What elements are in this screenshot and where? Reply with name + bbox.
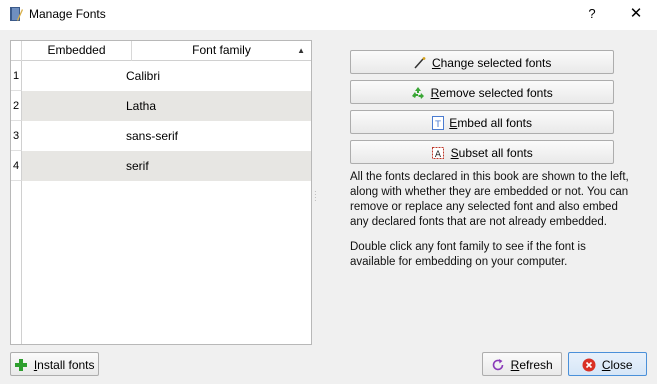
help-button[interactable]: ? xyxy=(580,2,604,26)
embed-icon: T xyxy=(431,115,444,130)
window-close-button[interactable]: ✕ xyxy=(624,2,648,26)
row-number: 1 xyxy=(11,61,22,91)
fonts-table[interactable]: Embedded Font family ▲ 1 Calibri 2 Latha… xyxy=(10,40,312,345)
close-button[interactable]: Close xyxy=(568,352,647,376)
subset-label: ubset all fonts xyxy=(458,145,533,160)
help-description: All the fonts declared in this book are … xyxy=(350,170,630,280)
embedded-cell[interactable] xyxy=(22,121,132,151)
recycle-icon xyxy=(412,86,425,99)
embed-label: mbed all fonts xyxy=(457,115,533,130)
row-number: 3 xyxy=(11,121,22,151)
close-label: lose xyxy=(610,357,633,372)
close-accel: C xyxy=(601,357,611,372)
wand-icon xyxy=(414,56,426,69)
row-header-filler xyxy=(11,181,22,344)
column-header-font-family-label: Font family xyxy=(192,43,251,57)
subset-accel: S xyxy=(450,145,459,160)
svg-text:T: T xyxy=(434,120,441,130)
table-row[interactable]: 4 serif xyxy=(11,151,311,181)
remove-accel: R xyxy=(430,85,440,100)
font-family-cell[interactable]: Latha xyxy=(126,91,156,121)
table-header: Embedded Font family ▲ xyxy=(11,41,311,61)
title-bar: Manage Fonts ? ✕ xyxy=(0,0,657,30)
table-row[interactable]: 2 Latha xyxy=(11,91,311,121)
row-number: 2 xyxy=(11,91,22,121)
svg-text:A: A xyxy=(435,150,442,160)
table-row[interactable]: 1 Calibri xyxy=(11,61,311,91)
close-circle-icon xyxy=(582,358,596,372)
refresh-button[interactable]: Refresh xyxy=(482,352,562,376)
sort-ascending-icon: ▲ xyxy=(297,46,305,55)
embedded-cell[interactable] xyxy=(22,151,132,181)
change-label: hange selected fonts xyxy=(440,55,552,70)
column-header-embedded[interactable]: Embedded xyxy=(22,41,132,61)
table-row[interactable]: 3 sans-serif xyxy=(11,121,311,151)
font-family-cell[interactable]: serif xyxy=(126,151,149,181)
plus-icon xyxy=(15,358,28,371)
subset-icon: A xyxy=(432,146,445,160)
install-fonts-button[interactable]: Install fonts xyxy=(10,352,99,376)
install-label: nstall fonts xyxy=(37,357,95,372)
font-family-cell[interactable]: sans-serif xyxy=(126,121,178,151)
calibre-app-icon xyxy=(10,7,23,21)
remove-selected-fonts-button[interactable]: Remove selected fonts xyxy=(350,80,614,104)
column-header-font-family[interactable]: Font family ▲ xyxy=(132,41,311,61)
change-accel: C xyxy=(431,55,441,70)
embedded-cell[interactable] xyxy=(22,91,132,121)
refresh-icon xyxy=(493,358,504,371)
remove-label: emove selected fonts xyxy=(439,85,553,100)
refresh-label: efresh xyxy=(519,357,553,372)
header-corner xyxy=(11,41,22,61)
window-title: Manage Fonts xyxy=(29,7,106,21)
font-family-cell[interactable]: Calibri xyxy=(126,61,160,91)
splitter-handle[interactable]: · · · · xyxy=(314,188,318,205)
embed-all-fonts-button[interactable]: T Embed all fonts xyxy=(350,110,614,134)
description-paragraph-1: All the fonts declared in this book are … xyxy=(350,171,629,228)
subset-all-fonts-button[interactable]: A Subset all fonts xyxy=(350,140,614,164)
row-number: 4 xyxy=(11,151,22,181)
embedded-cell[interactable] xyxy=(22,61,132,91)
description-paragraph-2: Double click any font family to see if t… xyxy=(350,241,586,268)
change-selected-fonts-button[interactable]: Change selected fonts xyxy=(350,50,614,74)
